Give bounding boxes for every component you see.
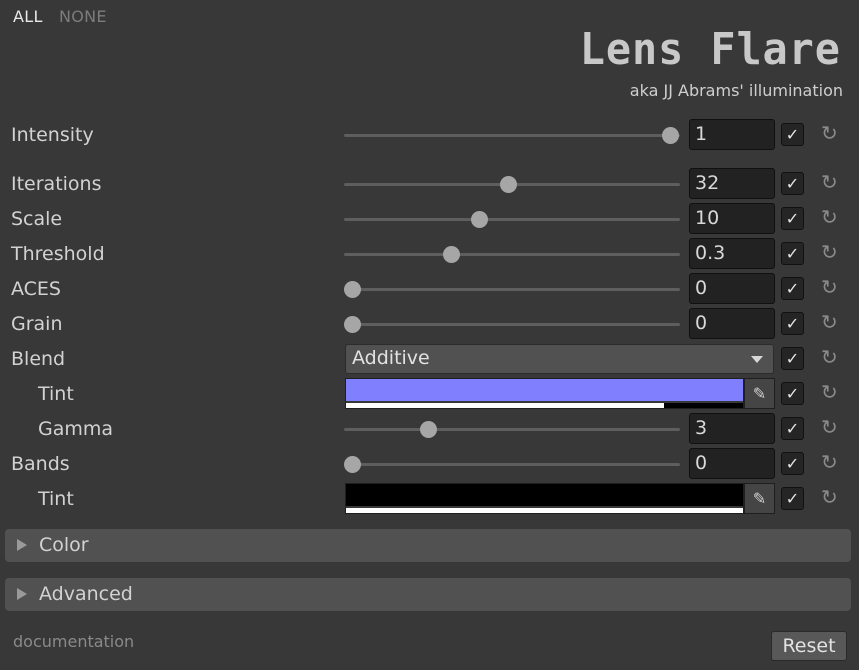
bands-enable-checkbox[interactable]: ✓ [781, 452, 804, 475]
select-none-button[interactable]: NONE [59, 7, 107, 26]
page-subtitle: aka JJ Abrams' illumination [629, 81, 843, 100]
bands-tint-color-field[interactable] [345, 483, 744, 514]
intensity-reset-icon[interactable]: ↻ [821, 123, 841, 143]
bands-tint-enable-checkbox[interactable]: ✓ [781, 487, 804, 510]
iterations-reset-icon[interactable]: ↻ [821, 172, 841, 192]
color-section-header[interactable]: Color [5, 529, 851, 562]
advanced-section-header[interactable]: Advanced [5, 578, 851, 611]
checkmark-icon: ✓ [785, 489, 800, 508]
bands-slider-handle[interactable] [344, 456, 361, 473]
blend-tint-enable-checkbox[interactable]: ✓ [781, 382, 804, 405]
checkmark-icon: ✓ [785, 384, 800, 403]
aces-slider-handle[interactable] [344, 281, 361, 298]
bands-reset-icon[interactable]: ↻ [821, 452, 841, 472]
advanced-section-label: Advanced [39, 583, 133, 605]
chevron-down-icon [751, 356, 763, 363]
threshold-reset-icon[interactable]: ↻ [821, 242, 841, 262]
scale-slider-track[interactable] [344, 211, 680, 228]
aces-reset-icon[interactable]: ↻ [821, 277, 841, 297]
intensity-slider-track[interactable] [344, 127, 680, 144]
blend-tint-reset-icon[interactable]: ↻ [821, 382, 841, 402]
gamma-label: Gamma [38, 418, 114, 440]
iterations-slider-track[interactable] [344, 176, 680, 193]
intensity-slider-handle[interactable] [662, 127, 679, 144]
iterations-input[interactable]: 32 [689, 168, 775, 199]
checkmark-icon: ✓ [785, 174, 800, 193]
blend-tint-color-field[interactable] [345, 378, 744, 409]
threshold-input[interactable]: 0.3 [689, 238, 775, 269]
scale-slider-handle[interactable] [471, 211, 489, 228]
grain-input[interactable]: 0 [689, 308, 775, 339]
threshold-enable-checkbox[interactable]: ✓ [781, 242, 804, 265]
checkmark-icon: ✓ [785, 244, 800, 263]
bands-tint-reset-icon[interactable]: ↻ [821, 487, 841, 507]
bands-tint-label: Tint [38, 488, 74, 510]
gamma-reset-icon[interactable]: ↻ [821, 417, 841, 437]
checkmark-icon: ✓ [785, 209, 800, 228]
blend-tint-label: Tint [38, 383, 74, 405]
blend-enable-checkbox[interactable]: ✓ [781, 347, 804, 370]
grain-enable-checkbox[interactable]: ✓ [781, 312, 804, 335]
bands-slider-track[interactable] [344, 456, 680, 473]
bands-input[interactable]: 0 [689, 448, 775, 479]
threshold-label: Threshold [11, 243, 105, 265]
checkmark-icon: ✓ [785, 419, 800, 438]
checkmark-icon: ✓ [785, 454, 800, 473]
checkmark-icon: ✓ [785, 349, 800, 368]
checkmark-icon: ✓ [785, 279, 800, 298]
aces-label: ACES [11, 278, 61, 300]
blend-dropdown[interactable]: Additive [345, 344, 774, 374]
bands-label: Bands [11, 453, 70, 475]
gamma-input[interactable]: 3 [689, 413, 775, 444]
expand-triangle-icon [17, 588, 27, 600]
page-title: Lens Flare [579, 24, 841, 75]
expand-triangle-icon [17, 539, 27, 551]
grain-label: Grain [11, 313, 63, 335]
eyedropper-icon[interactable]: ✎ [744, 483, 775, 514]
gamma-slider-handle[interactable] [420, 421, 438, 438]
threshold-slider-handle[interactable] [442, 246, 460, 263]
gamma-slider-track[interactable] [344, 421, 680, 438]
aces-enable-checkbox[interactable]: ✓ [781, 277, 804, 300]
scale-input[interactable]: 10 [689, 203, 775, 234]
iterations-label: Iterations [11, 173, 102, 195]
select-all-button[interactable]: ALL [13, 7, 43, 26]
gamma-enable-checkbox[interactable]: ✓ [781, 417, 804, 440]
blend-label: Blend [11, 348, 66, 370]
eyedropper-icon[interactable]: ✎ [744, 378, 775, 409]
aces-slider-track[interactable] [344, 281, 680, 298]
reset-button[interactable]: Reset [771, 631, 847, 661]
scale-label: Scale [11, 208, 63, 230]
iterations-enable-checkbox[interactable]: ✓ [781, 172, 804, 195]
grain-slider-track[interactable] [344, 316, 680, 333]
blend-reset-icon[interactable]: ↻ [821, 347, 841, 367]
scale-enable-checkbox[interactable]: ✓ [781, 207, 804, 230]
threshold-slider-track[interactable] [344, 246, 680, 263]
checkmark-icon: ✓ [785, 314, 800, 333]
documentation-link[interactable]: documentation [13, 632, 134, 651]
scale-reset-icon[interactable]: ↻ [821, 207, 841, 227]
intensity-label: Intensity [11, 124, 94, 146]
aces-input[interactable]: 0 [689, 273, 775, 304]
intensity-input[interactable]: 1 [689, 119, 775, 150]
grain-reset-icon[interactable]: ↻ [821, 312, 841, 332]
iterations-slider-handle[interactable] [499, 176, 517, 193]
intensity-enable-checkbox[interactable]: ✓ [781, 123, 804, 146]
checkmark-icon: ✓ [785, 125, 800, 144]
grain-slider-handle[interactable] [344, 316, 361, 333]
blend-dropdown-value: Additive [352, 347, 430, 369]
color-section-label: Color [39, 534, 89, 556]
